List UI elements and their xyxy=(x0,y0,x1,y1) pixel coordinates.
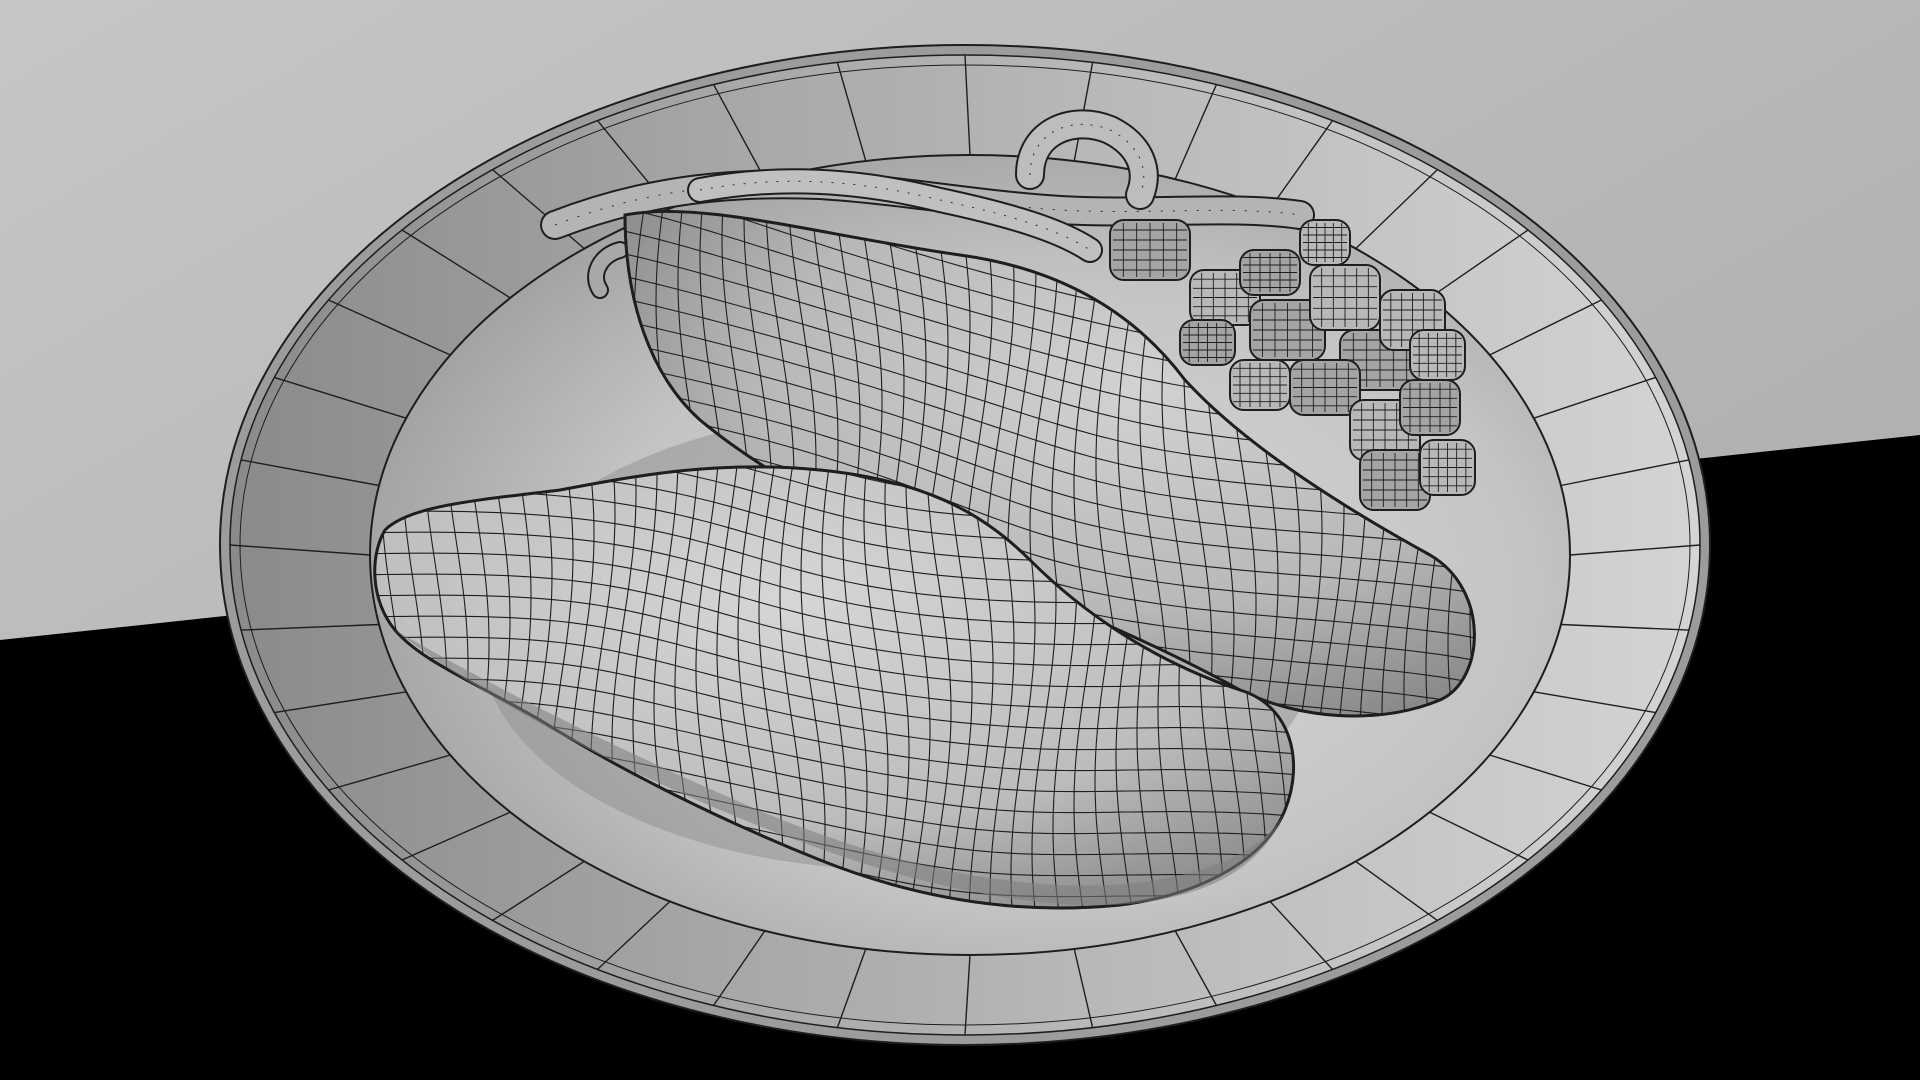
vegetable-chunk xyxy=(1229,359,1291,411)
render-viewport xyxy=(0,0,1920,1080)
vegetable-chunk xyxy=(1289,359,1361,416)
vegetable-chunk xyxy=(1409,329,1466,381)
vegetable-chunk xyxy=(1109,219,1191,281)
vegetable-chunk xyxy=(1399,379,1461,436)
vegetable-chunk xyxy=(1419,439,1476,496)
vegetable-chunk xyxy=(1179,319,1236,366)
wireframe-render xyxy=(0,0,1920,1080)
vegetable-chunk xyxy=(1309,264,1381,331)
vegetable-chunk xyxy=(1239,249,1301,296)
vegetable-chunk xyxy=(1299,219,1351,266)
